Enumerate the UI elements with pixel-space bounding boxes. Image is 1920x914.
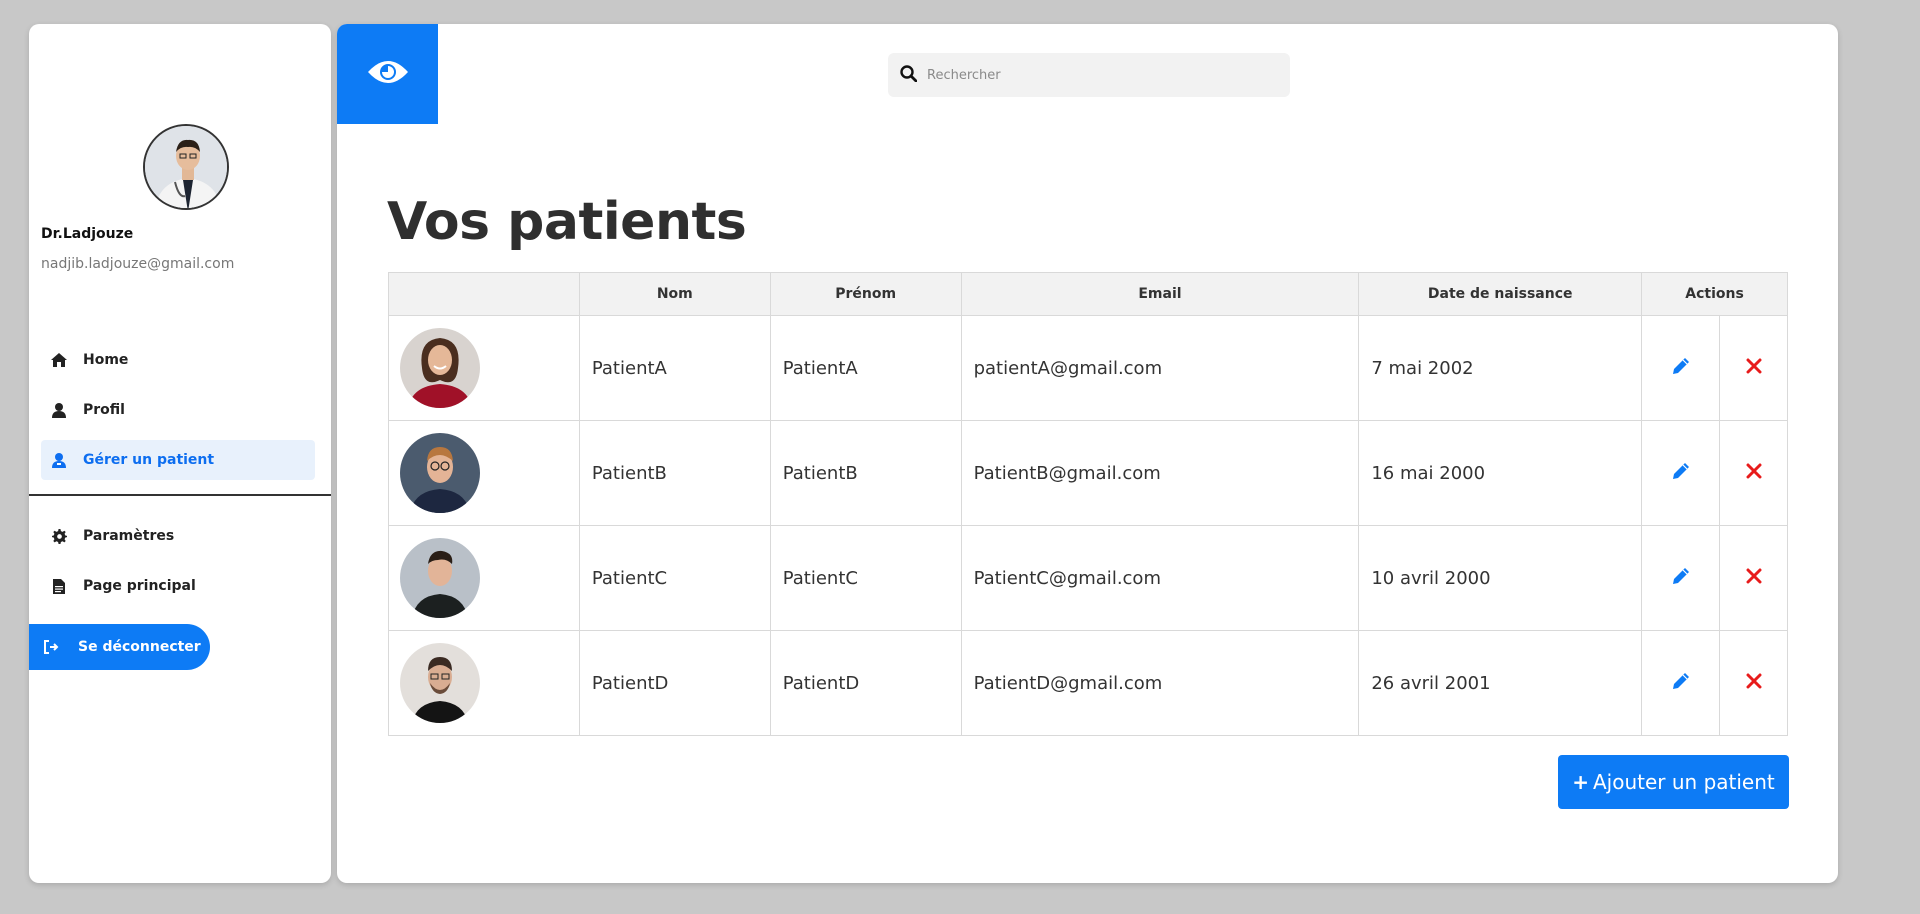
sidebar-item-label: Paramètres [83,528,175,544]
file-icon [51,578,67,594]
delete-patient-button[interactable] [1746,358,1762,374]
plus-icon: + [1572,770,1589,794]
sidebar: Dr.Ladjouze nadjib.ladjouze@gmail.com Ho… [29,24,331,883]
edit-patient-button[interactable] [1671,356,1691,376]
pencil-icon [1672,672,1689,689]
delete-patient-button[interactable] [1746,568,1762,584]
delete-patient-button[interactable] [1746,673,1762,689]
sidebar-nav-secondary: Paramètres Page principal [41,516,315,616]
edit-cell [1641,630,1720,736]
delete-cell [1719,525,1788,631]
logout-button[interactable]: Se déconnecter [29,624,210,670]
column-header-nom: Nom [578,272,771,316]
column-header-actions: Actions [1641,272,1788,316]
delete-cell [1719,630,1788,736]
table-row: PatientA PatientA patientA@gmail.com 7 m… [388,315,1788,421]
close-icon [1746,568,1761,583]
patient-birthdate: 7 mai 2002 [1358,315,1643,421]
patient-avatar [400,643,480,723]
patient-prenom: PatientB [769,420,962,526]
patient-birthdate: 26 avril 2001 [1358,630,1643,736]
sidebar-item-gerer-patient[interactable]: Gérer un patient [41,440,315,480]
edit-patient-button[interactable] [1671,461,1691,481]
edit-cell [1641,420,1720,526]
patient-nom: PatientB [578,420,771,526]
user-manage-icon [51,452,67,468]
close-icon [1746,673,1761,688]
sidebar-item-page-principal[interactable]: Page principal [41,566,315,606]
edit-cell [1641,525,1720,631]
sidebar-item-home[interactable]: Home [41,340,315,380]
add-patient-label: Ajouter un patient [1593,770,1775,794]
edit-patient-button[interactable] [1671,566,1691,586]
sidebar-nav: Home Profil Gérer un patient [41,340,315,490]
doctor-avatar [143,124,229,210]
sidebar-item-label: Profil [83,402,125,418]
column-header-date: Date de naissance [1358,272,1643,316]
patient-nom: PatientD [578,630,771,736]
patient-email: PatientC@gmail.com [960,525,1360,631]
patient-photo-cell [388,630,580,736]
search-input[interactable] [927,67,1267,83]
patient-photo-cell [388,525,580,631]
patient-avatar [400,433,480,513]
patient-prenom: PatientD [769,630,962,736]
search-icon [900,64,918,86]
delete-patient-button[interactable] [1746,463,1762,479]
edit-cell [1641,315,1720,421]
patient-prenom: PatientA [769,315,962,421]
patient-birthdate: 16 mai 2000 [1358,420,1643,526]
table-row: PatientB PatientB PatientB@gmail.com 16 … [388,420,1788,526]
patient-avatar [400,328,480,408]
sidebar-item-profil[interactable]: Profil [41,390,315,430]
column-header-photo [388,272,580,316]
edit-patient-button[interactable] [1671,671,1691,691]
sidebar-item-parametres[interactable]: Paramètres [41,516,315,556]
search-bar[interactable] [888,53,1290,97]
eye-icon [367,58,409,90]
home-icon [51,352,67,368]
patient-email: PatientD@gmail.com [960,630,1360,736]
patient-prenom: PatientC [769,525,962,631]
logo[interactable] [337,24,438,124]
patient-photo-cell [388,420,580,526]
sidebar-divider [29,494,331,496]
sidebar-item-label: Gérer un patient [83,452,215,468]
patient-email: PatientB@gmail.com [960,420,1360,526]
close-icon [1746,463,1761,478]
delete-cell [1719,315,1788,421]
pencil-icon [1672,357,1689,374]
patient-nom: PatientA [578,315,771,421]
sidebar-item-label: Home [83,352,129,368]
close-icon [1746,358,1761,373]
logout-label: Se déconnecter [78,639,201,655]
page-title: Vos patients [387,192,747,252]
patient-avatar [400,538,480,618]
patient-photo-cell [388,315,580,421]
delete-cell [1719,420,1788,526]
doctor-name: Dr.Ladjouze [41,226,134,242]
column-header-prenom: Prénom [769,272,962,316]
column-header-email: Email [960,272,1360,316]
doctor-email: nadjib.ladjouze@gmail.com [41,256,235,272]
patient-email: patientA@gmail.com [960,315,1360,421]
sidebar-item-label: Page principal [83,578,196,594]
table-row: PatientD PatientD PatientD@gmail.com 26 … [388,630,1788,736]
gear-icon [51,528,67,544]
patient-birthdate: 10 avril 2000 [1358,525,1643,631]
patients-table: Nom Prénom Email Date de naissance Actio… [388,272,1788,736]
table-row: PatientC PatientC PatientC@gmail.com 10 … [388,525,1788,631]
sign-out-icon [44,640,60,654]
main-panel: Vos patients Nom Prénom Email Date de na… [337,24,1838,883]
pencil-icon [1672,567,1689,584]
add-patient-button[interactable]: + Ajouter un patient [1558,755,1789,809]
patient-nom: PatientC [578,525,771,631]
pencil-icon [1672,462,1689,479]
table-header-row: Nom Prénom Email Date de naissance Actio… [388,272,1788,316]
user-icon [51,402,67,418]
